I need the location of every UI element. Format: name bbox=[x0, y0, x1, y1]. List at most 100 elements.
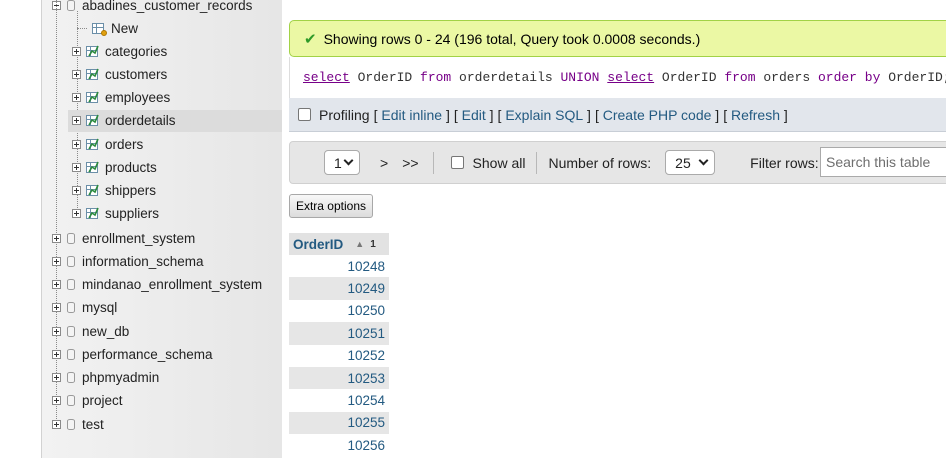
table-icon bbox=[86, 184, 100, 197]
sql-token: OrderID bbox=[349, 70, 421, 85]
link-explain-sql[interactable]: Explain SQL bbox=[505, 107, 583, 123]
profiling-checkbox[interactable] bbox=[298, 108, 311, 121]
table-row[interactable]: 10249 bbox=[289, 277, 389, 300]
new-label: New bbox=[111, 20, 139, 36]
database-item-new_db[interactable]: new_db bbox=[52, 320, 129, 342]
expand-icon[interactable] bbox=[72, 93, 81, 102]
next-page-button[interactable]: > bbox=[374, 155, 394, 171]
tree-node-abadines_customer_records[interactable]: abadines_customer_records bbox=[52, 0, 252, 16]
database-item-enrollment_system[interactable]: enrollment_system bbox=[52, 227, 195, 249]
expand-icon[interactable] bbox=[72, 139, 81, 149]
database-item-label: enrollment_system bbox=[82, 230, 196, 246]
expand-icon[interactable] bbox=[52, 373, 61, 382]
table-row[interactable]: 10254 bbox=[289, 389, 389, 412]
database-item-label: mysql bbox=[82, 300, 118, 316]
database-item-performance_schema[interactable]: performance_schema bbox=[52, 343, 213, 365]
sql-token: from bbox=[724, 70, 756, 85]
table-item-label: products bbox=[105, 159, 157, 175]
database-item-test[interactable]: test bbox=[52, 413, 104, 435]
sql-token[interactable]: select bbox=[303, 70, 350, 85]
table-item-customers[interactable]: customers bbox=[68, 63, 167, 85]
link-edit[interactable]: Edit bbox=[462, 107, 486, 123]
table-row[interactable]: 10250 bbox=[289, 299, 389, 323]
profiling-label: Profiling bbox=[319, 106, 370, 123]
chevron-down-icon bbox=[343, 155, 354, 166]
sql-token: orders bbox=[755, 70, 818, 85]
table-item-label: orderdetails bbox=[105, 113, 176, 129]
column-header-orderid[interactable]: OrderID ▲ 1 bbox=[289, 233, 389, 255]
table-item-orderdetails[interactable]: orderdetails bbox=[68, 109, 282, 132]
expand-icon[interactable] bbox=[52, 326, 61, 336]
page-select[interactable]: 1 bbox=[324, 150, 360, 175]
expand-icon[interactable] bbox=[52, 233, 61, 243]
success-text: Showing rows 0 - 24 (196 total, Query to… bbox=[323, 30, 701, 47]
table-item-suppliers[interactable]: suppliers bbox=[68, 203, 159, 225]
bracket: ] bbox=[442, 106, 450, 123]
bracket: [ bbox=[497, 106, 506, 123]
expand-icon[interactable] bbox=[52, 280, 61, 289]
link-refresh[interactable]: Refresh bbox=[731, 107, 780, 123]
rows-per-page-value: 25 bbox=[675, 154, 691, 171]
link-create-php-code[interactable]: Create PHP code bbox=[603, 107, 712, 123]
expand-icon[interactable] bbox=[72, 162, 81, 172]
filter-rows-placeholder: Search this table bbox=[826, 154, 931, 170]
expand-icon[interactable] bbox=[72, 46, 81, 56]
filter-rows-input[interactable]: Search this table bbox=[820, 147, 946, 177]
database-item-label: new_db bbox=[82, 323, 130, 339]
orderid-cell: 10252 bbox=[347, 348, 385, 364]
database-icon bbox=[67, 418, 75, 430]
table-icon bbox=[86, 138, 100, 151]
table-item-employees[interactable]: employees bbox=[68, 87, 170, 109]
tree-connector bbox=[77, 28, 87, 29]
table-row[interactable]: 10248 bbox=[289, 255, 389, 278]
orderid-cell: 10254 bbox=[347, 393, 385, 409]
last-page-button[interactable]: >> bbox=[396, 155, 424, 171]
table-row[interactable]: 10251 bbox=[289, 322, 389, 345]
show-all-checkbox[interactable] bbox=[450, 156, 464, 169]
table-row[interactable]: 10252 bbox=[289, 344, 389, 367]
table-item-orders[interactable]: orders bbox=[68, 133, 143, 155]
expand-icon[interactable] bbox=[72, 209, 81, 219]
table-row[interactable]: 10253 bbox=[289, 366, 389, 390]
table-item-label: suppliers bbox=[105, 206, 160, 222]
table-item-label: employees bbox=[105, 90, 171, 105]
rows-label: Number of rows: bbox=[548, 154, 652, 171]
bracket: [ bbox=[723, 106, 731, 123]
sql-token: UNION bbox=[560, 70, 600, 85]
database-icon bbox=[67, 302, 75, 314]
expand-icon[interactable] bbox=[72, 186, 81, 195]
table-item-shippers[interactable]: shippers bbox=[68, 180, 156, 202]
table-item-label: shippers bbox=[105, 183, 157, 198]
database-item-mysql[interactable]: mysql bbox=[52, 297, 117, 319]
database-item-project[interactable]: project bbox=[52, 390, 123, 412]
expand-icon[interactable] bbox=[52, 256, 61, 266]
separator bbox=[432, 151, 434, 174]
table-item-products[interactable]: products bbox=[68, 156, 157, 178]
bracket: [ bbox=[594, 106, 603, 123]
table-row[interactable]: 10256 bbox=[289, 434, 389, 457]
expand-icon[interactable] bbox=[72, 116, 81, 126]
table-item-label: customers bbox=[105, 66, 168, 82]
table-item-categories[interactable]: categories bbox=[68, 40, 167, 62]
expand-icon[interactable] bbox=[52, 303, 61, 313]
table-icon bbox=[86, 207, 100, 220]
expand-icon[interactable] bbox=[72, 69, 81, 79]
database-item-phpmyadmin[interactable]: phpmyadmin bbox=[52, 367, 159, 389]
expand-icon[interactable] bbox=[52, 396, 61, 406]
rows-per-page-select[interactable]: 25 bbox=[665, 150, 716, 175]
orderid-cell: 10250 bbox=[347, 303, 385, 319]
show-all-label: Show all bbox=[472, 154, 526, 171]
new-table-item[interactable]: New bbox=[86, 17, 138, 39]
sql-token[interactable]: select bbox=[607, 70, 654, 85]
table-icon bbox=[86, 91, 100, 104]
table-icon bbox=[86, 68, 100, 81]
expand-icon[interactable] bbox=[52, 419, 61, 429]
orderid-cell: 10248 bbox=[347, 258, 385, 274]
database-item-mindanao_enrollment_system[interactable]: mindanao_enrollment_system bbox=[52, 274, 262, 296]
page-select-value: 1 bbox=[334, 154, 342, 171]
database-item-information_schema[interactable]: information_schema bbox=[52, 250, 204, 272]
table-row[interactable]: 10255 bbox=[289, 411, 389, 435]
expand-icon[interactable] bbox=[52, 349, 61, 359]
link-edit-inline[interactable]: Edit inline bbox=[381, 107, 442, 123]
extra-options-button[interactable]: Extra options bbox=[289, 194, 373, 218]
